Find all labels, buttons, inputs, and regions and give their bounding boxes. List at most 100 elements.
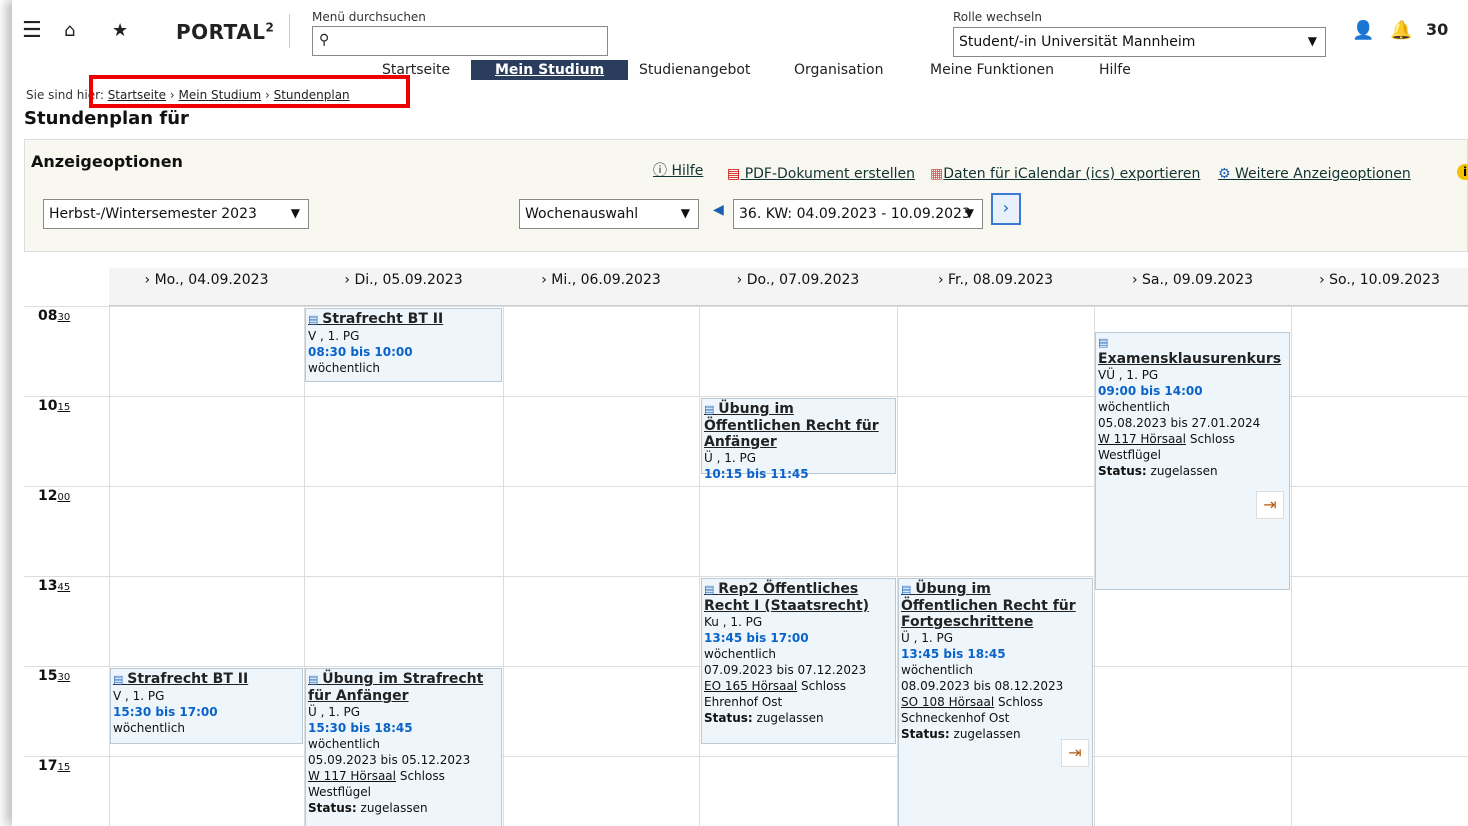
pdf-link[interactable]: ▤ PDF-Dokument erstellen bbox=[727, 166, 915, 182]
portal-logo[interactable]: PORTAL2 bbox=[176, 20, 274, 44]
nav-organisation[interactable]: Organisation bbox=[794, 60, 883, 80]
event-card[interactable]: ▤ Übung im Strafrecht für Anfänger Ü , 1… bbox=[305, 668, 502, 826]
pdf-icon: ▤ bbox=[727, 166, 745, 182]
nav-studienangebot[interactable]: Studienangebot bbox=[639, 60, 750, 80]
more-options-link[interactable]: ⚙ Weitere Anzeigeoptionen bbox=[1218, 166, 1411, 182]
page-title: Stundenplan für bbox=[24, 108, 189, 129]
event-time: 13:45 bis 18:45 bbox=[901, 647, 1006, 661]
notification-count[interactable]: 30 bbox=[1426, 22, 1448, 38]
ical-link[interactable]: ▦Daten für iCalendar (ics) exportieren bbox=[930, 166, 1200, 182]
event-card[interactable]: ▤ Examensklausurenkurs VÜ , 1. PG 09:00 … bbox=[1095, 332, 1290, 590]
week-select[interactable]: 36. KW: 04.09.2023 - 10.09.2023 ▼ bbox=[733, 199, 983, 229]
week-mode-select[interactable]: Wochenauswahl ▼ bbox=[519, 199, 699, 229]
chevron-down-icon: ▼ bbox=[1307, 34, 1317, 48]
event-card[interactable]: ▤ Rep2 Öffentliches Recht I (Staatsrecht… bbox=[701, 578, 896, 744]
bell-icon[interactable]: 🔔 bbox=[1390, 22, 1412, 40]
event-room-link[interactable]: W 117 Hörsaal bbox=[1098, 432, 1186, 446]
time-hour: 17 bbox=[38, 758, 58, 774]
event-title[interactable]: ▤ Rep2 Öffentliches Recht I (Staatsrecht… bbox=[704, 581, 893, 614]
nav-mein-studium[interactable]: Mein Studium bbox=[471, 60, 629, 80]
day-header-mo[interactable]: › Mo., 04.09.2023 bbox=[109, 268, 304, 306]
calendar-icon: ▦ bbox=[930, 166, 944, 182]
day-label: Do., 07.09.2023 bbox=[746, 272, 860, 288]
home-icon[interactable]: ⌂ bbox=[64, 22, 75, 40]
event-title[interactable]: ▤ Strafrecht BT II bbox=[308, 311, 499, 328]
semester-select[interactable]: Herbst-/Wintersemester 2023 ▼ bbox=[43, 199, 309, 229]
day-header-mi[interactable]: › Mi., 06.09.2023 bbox=[503, 268, 699, 306]
app-frame: ☰ ⌂ ★ PORTAL2 Menü durchsuchen ⚲ Rolle w… bbox=[12, 0, 1468, 826]
time-hour: 12 bbox=[38, 488, 58, 504]
event-room-link[interactable]: EO 165 Hörsaal bbox=[704, 679, 797, 693]
event-room-link[interactable]: SO 108 Hörsaal bbox=[901, 695, 994, 709]
time-hour: 10 bbox=[38, 398, 58, 414]
event-card[interactable]: ▤ Strafrecht BT II V , 1. PG 08:30 bis 1… bbox=[305, 308, 502, 382]
event-range: 05.09.2023 bis 05.12.2023 bbox=[308, 753, 471, 767]
event-type: VÜ , 1. PG bbox=[1098, 368, 1159, 382]
day-label: Mo., 04.09.2023 bbox=[154, 272, 269, 288]
event-title[interactable]: ▤ Übung im Öffentlichen Recht für Anfäng… bbox=[704, 401, 893, 450]
help-link[interactable]: ⓘ Hilfe bbox=[653, 160, 703, 180]
time-minute: 00 bbox=[57, 492, 71, 503]
book-icon: ▤ bbox=[704, 403, 719, 416]
event-range: 05.08.2023 bis 27.01.2024 bbox=[1098, 416, 1261, 430]
search-input[interactable]: ⚲ bbox=[312, 26, 608, 56]
day-label: So., 10.09.2023 bbox=[1329, 272, 1440, 288]
day-header-do[interactable]: › Do., 07.09.2023 bbox=[699, 268, 897, 306]
info-icon[interactable]: i bbox=[1457, 164, 1468, 180]
day-label: Di., 05.09.2023 bbox=[354, 272, 463, 288]
event-type: Ü , 1. PG bbox=[901, 631, 954, 645]
next-week-button[interactable]: › bbox=[991, 193, 1021, 225]
event-type: Ü , 1. PG bbox=[308, 705, 361, 719]
event-title-text: Strafrecht BT II bbox=[322, 311, 444, 327]
prev-week-icon[interactable]: ◀ bbox=[713, 202, 724, 218]
time-minute: 30 bbox=[57, 312, 71, 323]
event-title[interactable]: Examensklausurenkurs bbox=[1098, 351, 1287, 367]
event-card[interactable]: ▤ Übung im Öffentlichen Recht für Anfäng… bbox=[701, 398, 896, 481]
nav-meine-funktionen[interactable]: Meine Funktionen bbox=[930, 60, 1054, 80]
event-type: Ü , 1. PG bbox=[704, 451, 757, 465]
event-type: Ku , 1. PG bbox=[704, 615, 763, 629]
star-icon[interactable]: ★ bbox=[112, 22, 128, 40]
event-title-text: Strafrecht BT II bbox=[127, 671, 249, 687]
exit-door-icon[interactable]: ⇥ bbox=[1061, 739, 1089, 767]
event-title[interactable]: ▤ Übung im Öffentlichen Recht für Fortge… bbox=[901, 581, 1090, 630]
menu-icon[interactable]: ☰ bbox=[22, 20, 42, 42]
event-card[interactable]: ▤ Strafrecht BT II V , 1. PG 15:30 bis 1… bbox=[110, 668, 303, 744]
event-type: V , 1. PG bbox=[113, 689, 165, 703]
event-range: 08.09.2023 bis 08.12.2023 bbox=[901, 679, 1064, 693]
ical-link-label: Daten für iCalendar (ics) exportieren bbox=[943, 166, 1201, 182]
event-room-link[interactable]: W 117 Hörsaal bbox=[308, 769, 396, 783]
event-time: 15:30 bis 18:45 bbox=[308, 721, 413, 735]
event-title-text: Übung im Strafrecht für Anfänger bbox=[308, 671, 484, 704]
grid-row bbox=[24, 306, 1468, 307]
chevron-right-icon: › bbox=[1002, 198, 1010, 217]
week-mode-value: Wochenauswahl bbox=[525, 206, 639, 222]
day-header-di[interactable]: › Di., 05.09.2023 bbox=[304, 268, 503, 306]
status-label: Status: bbox=[901, 727, 950, 741]
event-rhythm: wöchentlich bbox=[1098, 400, 1170, 414]
grid-row bbox=[24, 756, 1468, 757]
event-title[interactable]: ▤ Strafrecht BT II bbox=[113, 671, 300, 688]
day-header-fr[interactable]: › Fr., 08.09.2023 bbox=[897, 268, 1094, 306]
book-icon: ▤ bbox=[1098, 336, 1109, 349]
role-label: Rolle wechseln bbox=[953, 10, 1042, 24]
event-status: zugelassen bbox=[1150, 464, 1218, 478]
day-header-so[interactable]: › So., 10.09.2023 bbox=[1291, 268, 1468, 306]
semester-value: Herbst-/Wintersemester 2023 bbox=[49, 206, 257, 222]
nav-hilfe[interactable]: Hilfe bbox=[1099, 60, 1131, 80]
role-select[interactable]: Student/-in Universität Mannheim ▼ bbox=[953, 27, 1326, 57]
user-icon[interactable]: 👤 bbox=[1352, 22, 1374, 40]
gear-icon: ⚙ bbox=[1218, 166, 1236, 182]
event-card[interactable]: ▤ Übung im Öffentlichen Recht für Fortge… bbox=[898, 578, 1093, 826]
event-status: zugelassen bbox=[360, 801, 428, 815]
event-rhythm: wöchentlich bbox=[308, 361, 380, 375]
event-title-text: Übung im Öffentlichen Recht für Fortgesc… bbox=[901, 581, 1076, 630]
time-minute: 45 bbox=[57, 582, 71, 593]
event-status: zugelassen bbox=[953, 727, 1021, 741]
book-icon: ▤ bbox=[704, 583, 719, 596]
status-label: Status: bbox=[308, 801, 357, 815]
event-rhythm: wöchentlich bbox=[113, 721, 185, 735]
day-header-sa[interactable]: › Sa., 09.09.2023 bbox=[1094, 268, 1291, 306]
event-title[interactable]: ▤ Übung im Strafrecht für Anfänger bbox=[308, 671, 499, 704]
exit-door-icon[interactable]: ⇥ bbox=[1256, 491, 1284, 519]
